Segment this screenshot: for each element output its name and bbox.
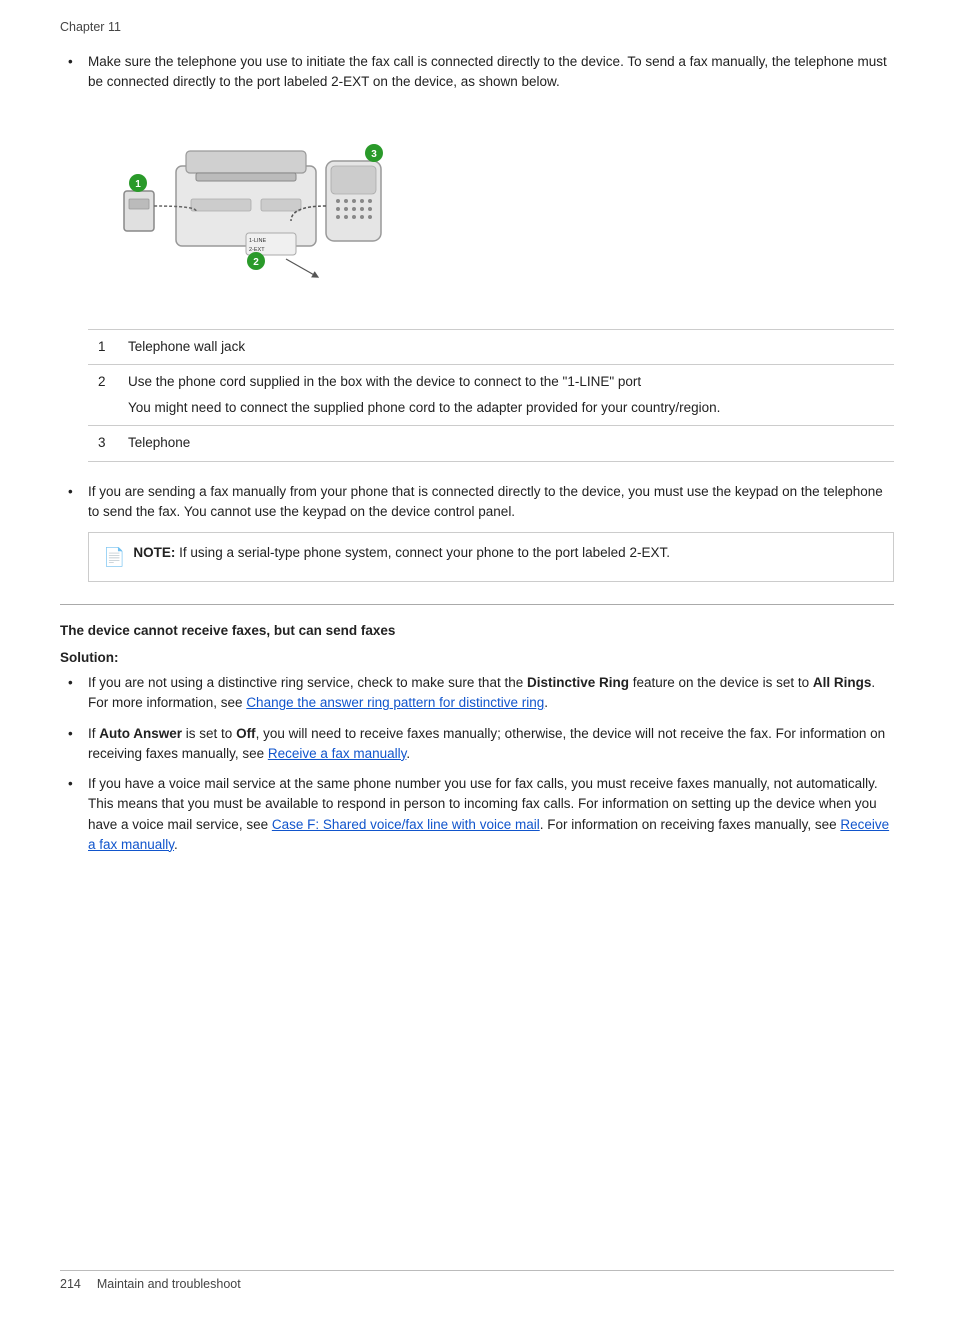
row-num-1: 1 [88, 329, 118, 364]
table-row: 3 Telephone [88, 426, 894, 461]
solution-bullet-1: If you are not using a distinctive ring … [60, 673, 894, 714]
section-title: The device cannot receive faxes, but can… [60, 623, 894, 638]
row-desc-2-main: Use the phone cord supplied in the box w… [128, 372, 884, 392]
section-divider [60, 604, 894, 605]
solution-bullet-3: If you have a voice mail service at the … [60, 774, 894, 855]
row-num-2: 2 [88, 364, 118, 426]
device-diagram: 1-LINE 2-EXT [116, 111, 396, 311]
svg-text:3: 3 [371, 149, 377, 160]
note-body: If using a serial-type phone system, con… [175, 545, 670, 560]
solution-bullet-2: If Auto Answer is set to Off, you will n… [60, 724, 894, 765]
s2-text: If Auto Answer is set to Off, you will n… [88, 726, 885, 761]
solution-label: Solution: [60, 650, 894, 665]
table-row: 1 Telephone wall jack [88, 329, 894, 364]
footer-text: Maintain and troubleshoot [97, 1277, 241, 1291]
s3-text: If you have a voice mail service at the … [88, 776, 889, 852]
s2-bold-2: Off [236, 726, 256, 741]
note-icon: 📄 [103, 544, 125, 571]
bullet-text-2: If you are sending a fax manually from y… [88, 484, 883, 519]
row-desc-3: Telephone [118, 426, 894, 461]
note-text: NOTE: If using a serial-type phone syste… [133, 543, 670, 563]
note-label: NOTE: [133, 545, 175, 560]
footer: 214 Maintain and troubleshoot [60, 1270, 894, 1291]
bullet-text-1: Make sure the telephone you use to initi… [88, 54, 887, 89]
s1-bold-1: Distinctive Ring [527, 675, 629, 690]
chapter-header: Chapter 11 [60, 20, 894, 34]
footer-page: 214 [60, 1277, 81, 1291]
row-desc-2-extra: You might need to connect the supplied p… [128, 398, 884, 418]
s1-bold-2: All Rings [813, 675, 872, 690]
row-desc-1: Telephone wall jack [118, 329, 894, 364]
row-num-3: 3 [88, 426, 118, 461]
s2-link[interactable]: Receive a fax manually [268, 746, 407, 761]
s1-link[interactable]: Change the answer ring pattern for disti… [246, 695, 544, 710]
s2-bold-1: Auto Answer [99, 726, 182, 741]
top-bullet-list: Make sure the telephone you use to initi… [60, 52, 894, 582]
note-box: 📄 NOTE: If using a serial-type phone sys… [88, 532, 894, 582]
parts-table: 1 Telephone wall jack 2 Use the phone co… [88, 329, 894, 462]
svg-text:1: 1 [135, 179, 141, 190]
s1-text: If you are not using a distinctive ring … [88, 675, 875, 710]
row-desc-2: Use the phone cord supplied in the box w… [118, 364, 894, 426]
solution-bullet-list: If you are not using a distinctive ring … [60, 673, 894, 855]
svg-text:2: 2 [253, 257, 259, 268]
table-row: 2 Use the phone cord supplied in the box… [88, 364, 894, 426]
diagram-svg: 1-LINE 2-EXT [116, 111, 396, 311]
bullet-item-2: If you are sending a fax manually from y… [60, 482, 894, 583]
s3-link-1[interactable]: Case F: Shared voice/fax line with voice… [272, 817, 540, 832]
bullet-item-1: Make sure the telephone you use to initi… [60, 52, 894, 462]
svg-text:1-LINE: 1-LINE [249, 238, 266, 244]
